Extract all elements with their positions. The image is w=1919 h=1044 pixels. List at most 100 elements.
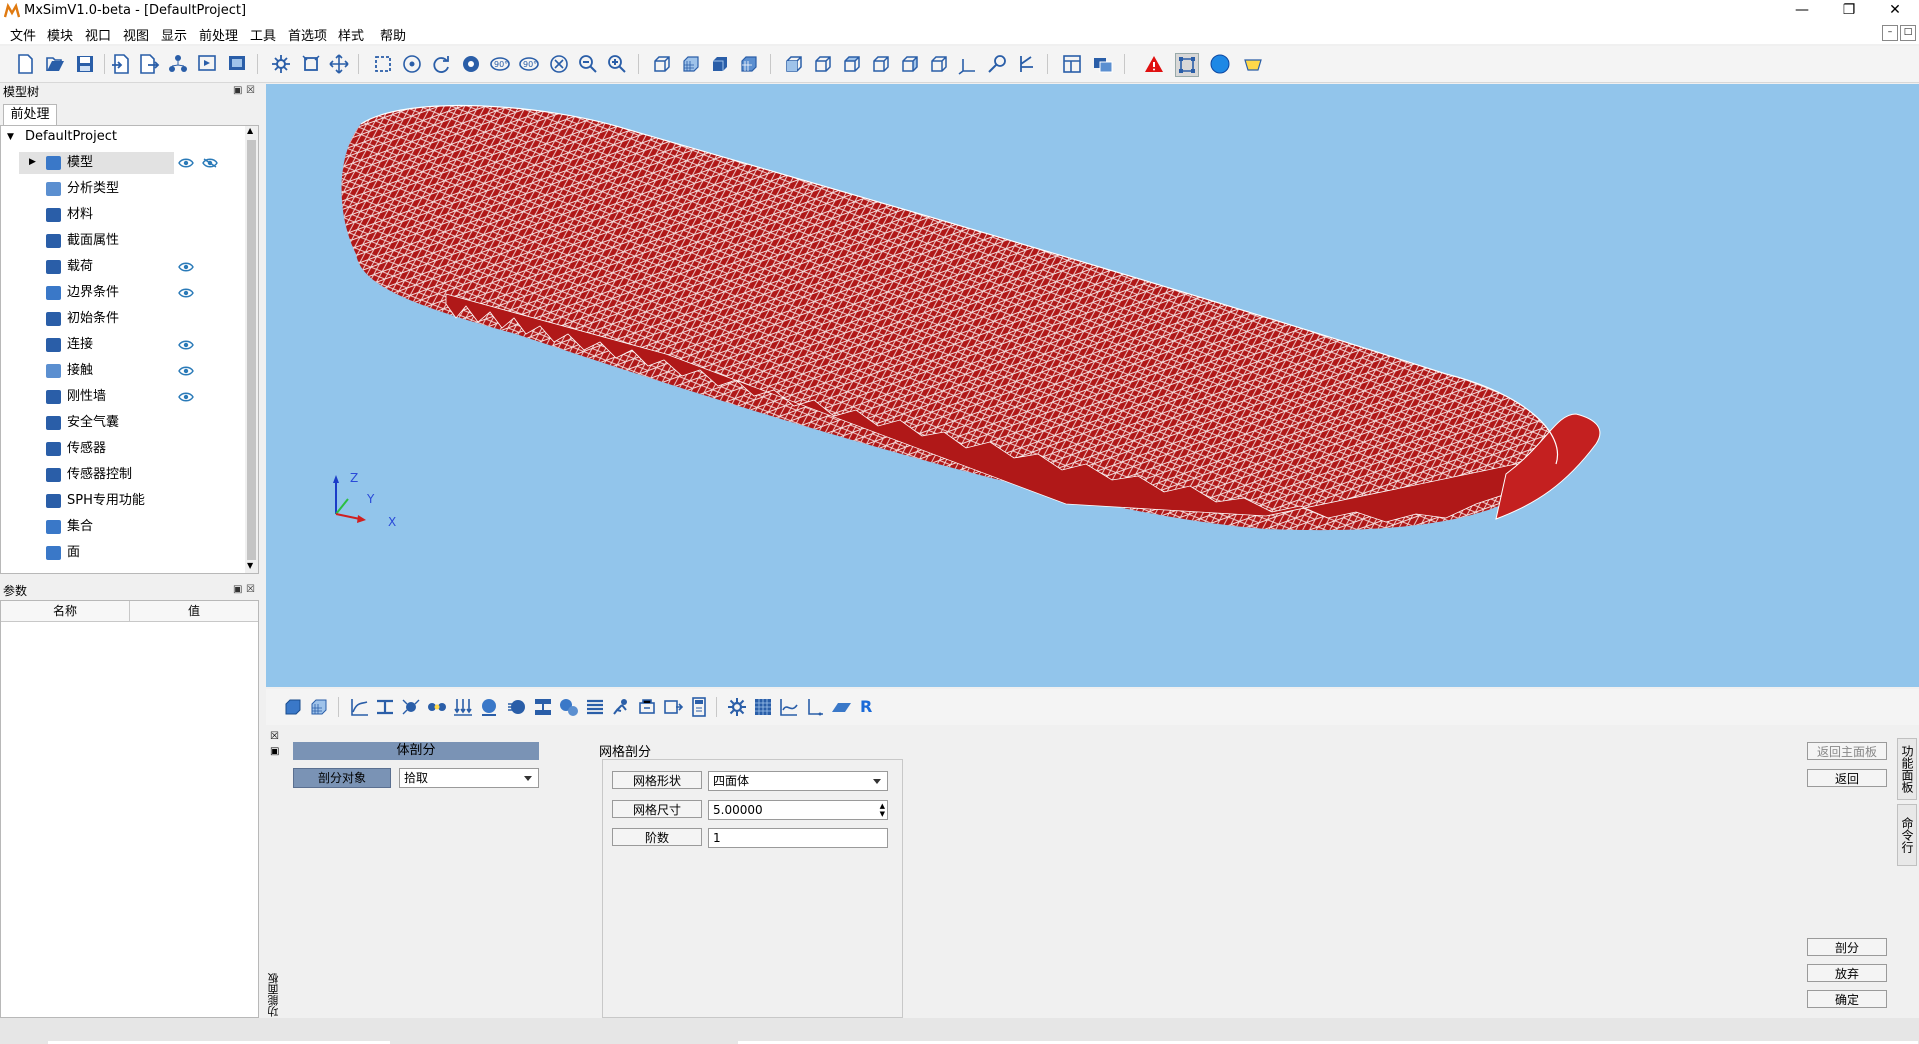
coordinate-tool-icon[interactable] — [804, 696, 826, 718]
menu-style[interactable]: 样式 — [338, 25, 364, 44]
menu-display[interactable]: 显示 — [161, 25, 187, 44]
restore-button[interactable]: ❐ — [1827, 0, 1871, 22]
save-icon[interactable] — [74, 53, 96, 75]
settings-tool-icon[interactable] — [726, 696, 748, 718]
rotate-center-icon[interactable] — [270, 53, 292, 75]
mesh-button[interactable]: 剖分 — [1807, 938, 1887, 956]
hide-eye-icon[interactable] — [202, 158, 218, 168]
menu-viewport[interactable]: 视口 — [85, 25, 111, 44]
tree-item-label[interactable]: 接触 — [67, 360, 93, 382]
discard-button[interactable]: 放弃 — [1807, 964, 1887, 982]
airbag-tool-icon[interactable] — [610, 696, 632, 718]
order-input[interactable]: 1 — [708, 828, 888, 848]
close-child-button[interactable]: □ — [1900, 25, 1916, 41]
windows-icon[interactable] — [1092, 53, 1114, 75]
curve-tool-icon[interactable] — [778, 696, 800, 718]
visibility-eye-icon[interactable] — [178, 262, 194, 272]
shaded-icon[interactable] — [709, 53, 731, 75]
view-top-icon[interactable] — [841, 53, 863, 75]
menu-preferences[interactable]: 首选项 — [288, 25, 327, 44]
rigid-wall-tool-icon[interactable] — [584, 696, 606, 718]
monitor-icon[interactable] — [226, 53, 248, 75]
contact-tool-icon[interactable] — [558, 696, 580, 718]
hierarchy-icon[interactable] — [167, 53, 189, 75]
zoom-out-icon[interactable] — [577, 53, 599, 75]
params-col-name[interactable]: 名称 — [1, 601, 130, 622]
initial-tool-icon[interactable] — [506, 696, 528, 718]
scroll-thumb[interactable] — [247, 140, 256, 560]
new-file-icon[interactable] — [14, 53, 36, 75]
menu-file[interactable]: 文件 — [10, 25, 36, 44]
rotate-x-icon[interactable] — [460, 53, 482, 75]
restore-child-button[interactable]: – — [1882, 25, 1898, 41]
side-tab-function[interactable]: 功能面板 — [1897, 738, 1917, 800]
tree-item-label[interactable]: 集合 — [67, 516, 93, 538]
tree-root[interactable]: DefaultProject — [25, 126, 117, 148]
section-tool-icon[interactable] — [374, 696, 396, 718]
sensor-tool-icon[interactable] — [636, 696, 658, 718]
expand-arrow-icon[interactable]: ▶ — [29, 157, 36, 167]
menu-preprocess[interactable]: 前处理 — [199, 25, 238, 44]
zoom-in-icon[interactable] — [606, 53, 628, 75]
tree-item-label[interactable]: 载荷 — [67, 256, 93, 278]
fit-box-icon[interactable] — [300, 53, 322, 75]
view-front-icon[interactable] — [783, 53, 805, 75]
visibility-eye-icon[interactable] — [178, 158, 194, 168]
warning-icon[interactable] — [1143, 53, 1165, 75]
spin-arrows-icon[interactable]: ▲ ▼ — [880, 802, 885, 818]
collapse-arrow-icon[interactable]: ▼ — [7, 132, 14, 142]
wireframe-icon[interactable] — [651, 53, 673, 75]
rotate-icon[interactable] — [430, 53, 452, 75]
view-back-icon[interactable] — [812, 53, 834, 75]
scroll-down-icon[interactable]: ▼ — [247, 561, 253, 570]
sensor-control-tool-icon[interactable] — [662, 696, 684, 718]
tree-item-label[interactable]: 安全气囊 — [67, 412, 119, 434]
back-button[interactable]: 返回 — [1807, 769, 1887, 787]
menu-help[interactable]: 帮助 — [380, 25, 406, 44]
back-main-panel-button[interactable]: 返回主面板 — [1807, 742, 1887, 760]
side-tab-command[interactable]: 命令行 — [1897, 804, 1917, 866]
visibility-eye-icon[interactable] — [178, 288, 194, 298]
mesh-target-select[interactable]: 拾取 — [399, 768, 539, 788]
mesh-part-icon[interactable] — [308, 696, 330, 718]
visibility-eye-icon[interactable] — [178, 392, 194, 402]
part-icon[interactable] — [282, 696, 304, 718]
menu-module[interactable]: 模块 — [47, 25, 73, 44]
tree-item-label[interactable]: 边界条件 — [67, 282, 119, 304]
tree-item-label[interactable]: 分析类型 — [67, 178, 119, 200]
surface-tool-icon[interactable] — [830, 696, 852, 718]
mesh-shape-select[interactable]: 四面体 — [708, 771, 888, 791]
view-left-icon[interactable] — [899, 53, 921, 75]
minimize-button[interactable]: — — [1780, 0, 1824, 22]
reset-view-icon[interactable] — [548, 53, 570, 75]
tree-item-label[interactable]: 传感器控制 — [67, 464, 132, 486]
view-bottom-icon[interactable] — [870, 53, 892, 75]
calculator-tool-icon[interactable] — [688, 696, 710, 718]
tree-item-label[interactable]: 初始条件 — [67, 308, 119, 330]
tree-item-label[interactable]: 模型 — [67, 152, 93, 174]
open-file-icon[interactable] — [44, 53, 66, 75]
analysis-tool-icon[interactable] — [426, 696, 448, 718]
tree-item-label[interactable]: 材料 — [67, 204, 93, 226]
menu-tools[interactable]: 工具 — [250, 25, 276, 44]
mesh-size-spinbox[interactable]: 5.00000 ▲ ▼ — [708, 800, 888, 820]
load-tool-icon[interactable] — [452, 696, 474, 718]
step-tool-icon[interactable] — [400, 696, 422, 718]
tree-scrollbar[interactable]: ▲ ▼ — [245, 126, 258, 573]
view-iso-icon[interactable] — [957, 53, 979, 75]
close-button[interactable]: ✕ — [1873, 0, 1917, 22]
zoom-fit-icon[interactable] — [372, 53, 394, 75]
layout-icon[interactable] — [1061, 53, 1083, 75]
orbit-icon[interactable] — [401, 53, 423, 75]
r-tool-button[interactable]: R — [860, 697, 872, 716]
tree-item-label[interactable]: 面 — [67, 542, 80, 564]
boundary-tool-icon[interactable] — [478, 696, 500, 718]
mesh-view-icon[interactable] — [680, 53, 702, 75]
export-icon[interactable] — [138, 53, 160, 75]
pan-icon[interactable] — [328, 53, 350, 75]
run-icon[interactable] — [196, 53, 218, 75]
tree-item-label[interactable]: 连接 — [67, 334, 93, 356]
select-node-icon[interactable] — [1175, 53, 1199, 77]
visibility-eye-icon[interactable] — [178, 340, 194, 350]
probe-icon[interactable] — [1015, 53, 1037, 75]
